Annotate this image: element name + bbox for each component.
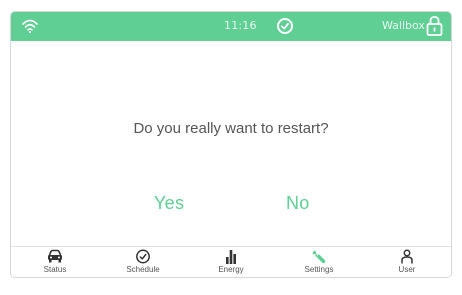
nav-label-schedule: Schedule <box>126 265 160 274</box>
clock-icon <box>136 249 150 264</box>
clock-icon <box>277 18 293 34</box>
nav-item-energy[interactable]: Energy <box>187 247 275 277</box>
nav-item-settings[interactable]: Settings <box>275 247 363 277</box>
nav-label-user: User <box>398 265 416 274</box>
nav-label-energy: Energy <box>218 265 244 274</box>
nav-label-status: Status <box>43 265 67 274</box>
nav-label-settings: Settings <box>304 265 334 274</box>
restart-dialog: Do you really want to restart? Yes No <box>11 41 451 250</box>
device-name: Wallbox <box>382 19 425 32</box>
wifi-icon <box>22 19 38 34</box>
no-button[interactable]: No <box>276 189 320 218</box>
yes-button[interactable]: Yes <box>144 189 194 218</box>
restart-question: Do you really want to restart? <box>133 120 329 137</box>
nav-item-status[interactable]: Status <box>11 247 99 277</box>
status-bar: 11:16 Wallbox <box>11 12 451 41</box>
nav-item-schedule[interactable]: Schedule <box>99 247 187 277</box>
nav-item-user[interactable]: User <box>363 247 451 277</box>
car-icon <box>48 249 62 263</box>
app-frame: 11:16 Wallbox Do you really want to rest… <box>10 11 452 278</box>
wrench-icon <box>312 250 326 264</box>
bottom-nav: Status Schedule Energy Settings User <box>11 246 451 277</box>
lock-icon[interactable] <box>425 15 444 37</box>
status-time: 11:16 <box>224 19 257 32</box>
bar-chart-icon <box>226 250 236 264</box>
user-icon <box>401 249 413 264</box>
